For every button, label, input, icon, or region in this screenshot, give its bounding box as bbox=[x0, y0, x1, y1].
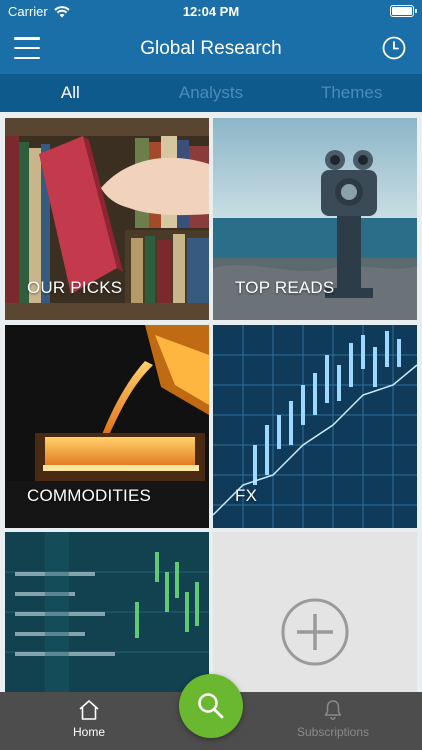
page-title: Global Research bbox=[140, 38, 282, 59]
tile-our-picks-label: OUR PICKS bbox=[27, 278, 123, 297]
segment-tabs: All Analysts Themes bbox=[0, 74, 422, 112]
tile-top-reads[interactable]: TOP READS bbox=[213, 118, 417, 320]
home-icon bbox=[79, 700, 99, 720]
tile-fx-label: FX bbox=[235, 486, 258, 505]
battery-icon bbox=[390, 5, 417, 17]
tile-our-picks[interactable]: OUR PICKS bbox=[5, 118, 209, 320]
tile-top-reads-label: TOP READS bbox=[235, 278, 335, 297]
search-icon bbox=[198, 693, 224, 719]
tab-subscriptions-label: Subscriptions bbox=[296, 725, 370, 739]
tile-markets[interactable] bbox=[5, 532, 209, 692]
navigation-bar: Global Research bbox=[0, 24, 422, 74]
tile-commodities[interactable]: COMMODITIES bbox=[5, 325, 209, 528]
tab-home[interactable]: Home bbox=[29, 698, 149, 739]
tab-all[interactable]: All bbox=[0, 74, 141, 112]
market-ticker-image bbox=[5, 532, 209, 692]
tab-home-label: Home bbox=[72, 725, 105, 739]
add-category-tile[interactable] bbox=[213, 532, 417, 692]
tab-subscriptions[interactable]: Subscriptions bbox=[273, 698, 393, 739]
bell-icon bbox=[324, 700, 342, 720]
add-circle-icon bbox=[281, 598, 349, 666]
status-time: 12:04 PM bbox=[182, 4, 240, 19]
clock-icon[interactable] bbox=[382, 36, 406, 60]
tile-commodities-label: COMMODITIES bbox=[27, 486, 152, 505]
tab-themes[interactable]: Themes bbox=[281, 74, 422, 112]
search-button[interactable] bbox=[179, 674, 243, 738]
tab-analysts[interactable]: Analysts bbox=[141, 74, 282, 112]
category-grid: OUR PICKS TOP READS COMMODITIES FX bbox=[0, 112, 422, 692]
tile-fx[interactable]: FX bbox=[213, 325, 417, 528]
status-bar: Carrier 12:04 PM bbox=[0, 0, 422, 24]
